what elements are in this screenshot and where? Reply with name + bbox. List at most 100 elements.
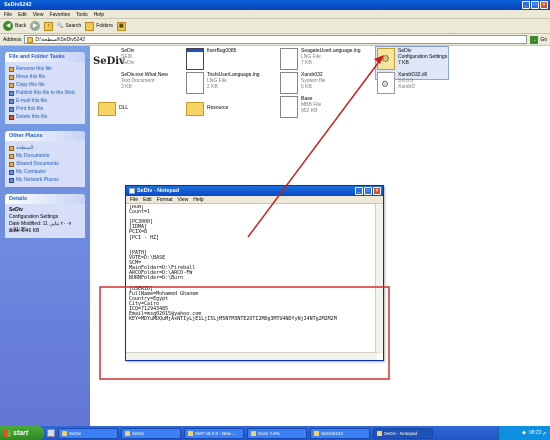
- details-size: Size: 6.46 KB: [9, 228, 40, 234]
- task-print[interactable]: Print this file: [9, 105, 81, 113]
- file-item-selected[interactable]: SeDivConfiguration Settings7 KB: [377, 48, 467, 70]
- notepad-menu-view[interactable]: View: [178, 197, 189, 203]
- place-desktop-folder[interactable]: السطحة: [9, 144, 81, 152]
- place-my-documents[interactable]: My Documents: [9, 152, 81, 160]
- taskbar-item[interactable]: SeDiv: [121, 427, 181, 439]
- folders-label: Folders: [96, 23, 113, 29]
- window-icon: [186, 48, 204, 70]
- file-icon: [280, 96, 298, 118]
- maximize-button[interactable]: □: [531, 1, 539, 9]
- menu-view[interactable]: View: [33, 12, 44, 18]
- taskbar-item-label: SeDiv: [132, 430, 145, 436]
- place-network[interactable]: My Network Places: [9, 176, 81, 184]
- documents-icon: [9, 153, 14, 159]
- task-delete[interactable]: Delete this file: [9, 113, 81, 121]
- text-icon: [112, 72, 118, 78]
- file-item[interactable]: SeagateUserLanguage.lng LNG File 7 KB: [280, 48, 370, 70]
- start-button[interactable]: start: [0, 426, 44, 440]
- taskbar-item-active[interactable]: SeDiv - Notepad: [373, 427, 433, 439]
- search-icon: 🔍: [57, 23, 64, 29]
- notepad-text-area[interactable]: [RUN] Count=1 [PC3000] [IDMA] PCIX=8 [PC…: [129, 205, 374, 354]
- file-size: 7 KB: [301, 60, 312, 66]
- go-label: Go: [540, 36, 547, 43]
- task-email[interactable]: E-mail this file: [9, 97, 81, 105]
- notepad-icon: [377, 430, 382, 436]
- folder-icon: [27, 36, 34, 43]
- up-folder-icon[interactable]: ↑: [44, 21, 54, 31]
- file-item[interactable]: XandrD32.dll3.0.0.0XandrD: [377, 72, 467, 94]
- file-icon: [280, 48, 298, 70]
- other-places-title[interactable]: Other Places: [5, 131, 85, 141]
- folder-item[interactable]: Resource: [186, 98, 276, 116]
- address-input[interactable]: D:\السطحة\SeDiv5242: [24, 35, 528, 44]
- notepad-minimize-button[interactable]: _: [355, 187, 363, 195]
- globe-icon: [9, 90, 14, 96]
- taskbar-item-label: SeDiv5242: [321, 430, 344, 436]
- tray-icon[interactable]: ◆: [522, 430, 526, 436]
- file-item[interactable]: Base MBB File 952 KB: [280, 96, 370, 118]
- menu-tools[interactable]: Tools: [76, 12, 88, 18]
- task-publish[interactable]: Publish this file to the Web: [9, 89, 81, 97]
- place-label: Shared Documents: [16, 161, 59, 167]
- minimize-button[interactable]: _: [522, 1, 530, 9]
- close-button[interactable]: ×: [540, 1, 548, 9]
- search-button[interactable]: 🔍 Search: [57, 23, 81, 29]
- menu-favorites[interactable]: Favorites: [49, 12, 70, 18]
- go-button[interactable]: → Go: [530, 35, 547, 44]
- task-label: Rename this file: [16, 66, 52, 72]
- forward-button[interactable]: ▶: [30, 21, 41, 31]
- network-icon: [9, 177, 14, 183]
- place-my-computer[interactable]: My Computer: [9, 168, 81, 176]
- notepad-maximize-button[interactable]: □: [364, 187, 372, 195]
- back-button[interactable]: ◀ Back: [3, 21, 26, 31]
- start-label: start: [13, 429, 29, 437]
- place-shared-documents[interactable]: Shared Documents: [9, 160, 81, 168]
- windows-logo-icon: [4, 429, 11, 437]
- window-titlebar: SeDiv5242 _ □ ×: [0, 0, 550, 10]
- task-label: Copy this file: [16, 82, 45, 88]
- taskbar-item[interactable]: SeDiv5242: [310, 427, 370, 439]
- folder-icon: [62, 430, 67, 436]
- notepad-menu-edit[interactable]: Edit: [143, 197, 152, 203]
- folder-item[interactable]: DLL: [98, 98, 188, 116]
- notepad-icon: [129, 188, 135, 194]
- menu-edit[interactable]: Edit: [18, 12, 27, 18]
- file-name: fixerBug0085: [207, 48, 237, 54]
- details-title[interactable]: Details: [5, 194, 85, 204]
- dll-icon: [377, 72, 395, 94]
- file-tasks-title[interactable]: File and Folder Tasks: [5, 52, 85, 62]
- app-icon: [188, 430, 193, 436]
- taskbar-item[interactable]: SeDiv: [58, 427, 118, 439]
- task-move[interactable]: Move this file: [9, 73, 81, 81]
- notepad-close-button[interactable]: ×: [373, 187, 381, 195]
- notepad-menu-help[interactable]: Help: [193, 197, 203, 203]
- file-item[interactable]: fixerBug0085: [186, 48, 276, 70]
- menu-file[interactable]: File: [4, 12, 12, 18]
- folder-icon: [98, 102, 116, 116]
- quick-launch-icon[interactable]: [47, 429, 55, 437]
- notepad-title: SeDiv - Notepad: [137, 188, 180, 194]
- task-copy[interactable]: Copy this file: [9, 81, 81, 89]
- views-icon[interactable]: ▦: [116, 21, 126, 31]
- notepad-menu-file[interactable]: File: [130, 197, 138, 203]
- notepad-vertical-scrollbar[interactable]: [375, 204, 383, 354]
- place-label: My Computer: [16, 169, 47, 175]
- taskbar: start SeDiv SeDiv SMT v6.0.9 - New ... S…: [0, 426, 550, 440]
- taskbar-item[interactable]: Scan 7.9%: [247, 427, 307, 439]
- file-item[interactable]: Xandr032 System file 6 KB: [280, 72, 370, 94]
- notepad-menu-bar: File Edit Format View Help: [126, 196, 383, 204]
- menu-help[interactable]: Help: [94, 12, 104, 18]
- task-rename[interactable]: Rename this file: [9, 65, 81, 73]
- clock: 08:22 م: [528, 430, 546, 436]
- notepad-menu-format[interactable]: Format: [157, 197, 173, 203]
- menu-bar: File Edit View Favorites Tools Help: [0, 10, 550, 19]
- notepad-horizontal-scrollbar[interactable]: [126, 352, 377, 360]
- taskbar-item[interactable]: SMT v6.0.9 - New ...: [184, 427, 244, 439]
- file-tasks-panel: File and Folder Tasks Rename this file M…: [5, 52, 85, 124]
- shared-folder-icon: [9, 161, 14, 167]
- taskbar-item-label: SMT v6.0.9 - New ...: [195, 430, 236, 436]
- folder-icon: [314, 430, 319, 436]
- move-icon: [9, 74, 14, 80]
- folders-button[interactable]: Folders: [85, 21, 113, 31]
- file-item[interactable]: ToshiUserLanguage.lng LNG File 2 KB: [186, 72, 276, 94]
